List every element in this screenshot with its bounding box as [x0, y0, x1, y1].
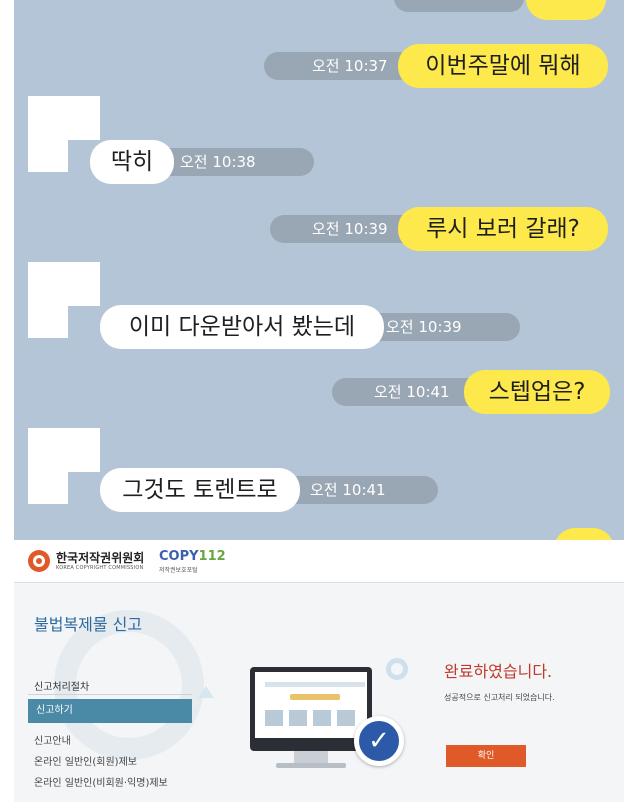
sidebar-item-anonymous-report[interactable]: 온라인 일반인(비회원·익명)제보	[34, 774, 168, 789]
completion-message: 성공적으로 신고처리 되었습니다.	[444, 693, 555, 702]
checkmark-icon: ✓	[354, 716, 404, 766]
sidebar-item-report[interactable]: 신고하기	[28, 699, 192, 723]
decorative-ring	[386, 658, 408, 680]
timestamp-partial	[394, 0, 524, 12]
page-title: 불법복제물 신고	[34, 615, 143, 634]
sidebar-divider	[28, 694, 192, 695]
org-english-name: KOREA COPYRIGHT COMMISSION	[56, 565, 144, 571]
message-bubble-partial	[554, 528, 614, 540]
message-row: 오전 10:41 스텝업은?	[14, 370, 624, 414]
message-bubble-received: 그것도 토렌트로	[100, 468, 300, 512]
message-row: 오전 10:38 딱히	[14, 140, 624, 184]
message-timestamp: 오전 10:37	[264, 52, 414, 80]
message-row: 오전 10:37 이번주말에 뭐해	[14, 44, 624, 88]
monitor-stand	[294, 751, 328, 763]
message-bubble-sent: 이번주말에 뭐해	[398, 44, 608, 88]
message-timestamp: 오전 10:41	[276, 476, 438, 504]
sidebar-item-guide[interactable]: 신고안내	[34, 732, 71, 747]
message-timestamp: 오전 10:38	[154, 148, 314, 176]
confirm-button[interactable]: 확인	[446, 745, 526, 767]
message-bubble-received: 딱히	[90, 140, 174, 184]
copyright-report-page: 한국저작권위원회 KOREA COPYRIGHT COMMISSION COPY…	[14, 540, 624, 802]
chat-screenshot: 오전 10:37 이번주말에 뭐해 오전 10:38 딱히 오전 10:39 루…	[14, 0, 624, 540]
message-timestamp: 오전 10:41	[332, 378, 482, 406]
copy112-logo[interactable]: COPY112	[159, 549, 226, 564]
sidebar-item-member-report[interactable]: 온라인 일반인(회원)제보	[34, 753, 137, 768]
message-row: 오전 10:41 그것도 토렌트로	[14, 468, 624, 512]
monitor-base	[276, 763, 346, 768]
brand-subtitle: 저작권보호포털	[159, 567, 198, 574]
message-bubble-sent: 루시 보러 갈래?	[398, 207, 608, 251]
site-header: 한국저작권위원회 KOREA COPYRIGHT COMMISSION COPY…	[14, 540, 624, 583]
message-row: 오전 10:39 이미 다운받아서 봤는데	[14, 305, 624, 349]
decorative-triangle	[198, 686, 214, 698]
message-bubble-sent: 스텝업은?	[464, 370, 610, 414]
message-bubble-partial	[526, 0, 606, 20]
sidebar-heading: 신고처리절차	[34, 682, 90, 693]
brand-number: 112	[198, 549, 226, 564]
completion-title: 완료하였습니다.	[444, 662, 553, 681]
message-row: 오전 10:39 루시 보러 갈래?	[14, 207, 624, 251]
message-bubble-received: 이미 다운받아서 봤는데	[100, 305, 384, 349]
org-name[interactable]: 한국저작권위원회	[56, 549, 144, 566]
brand-text: COPY	[159, 549, 199, 564]
commission-logo-icon[interactable]	[28, 550, 50, 572]
